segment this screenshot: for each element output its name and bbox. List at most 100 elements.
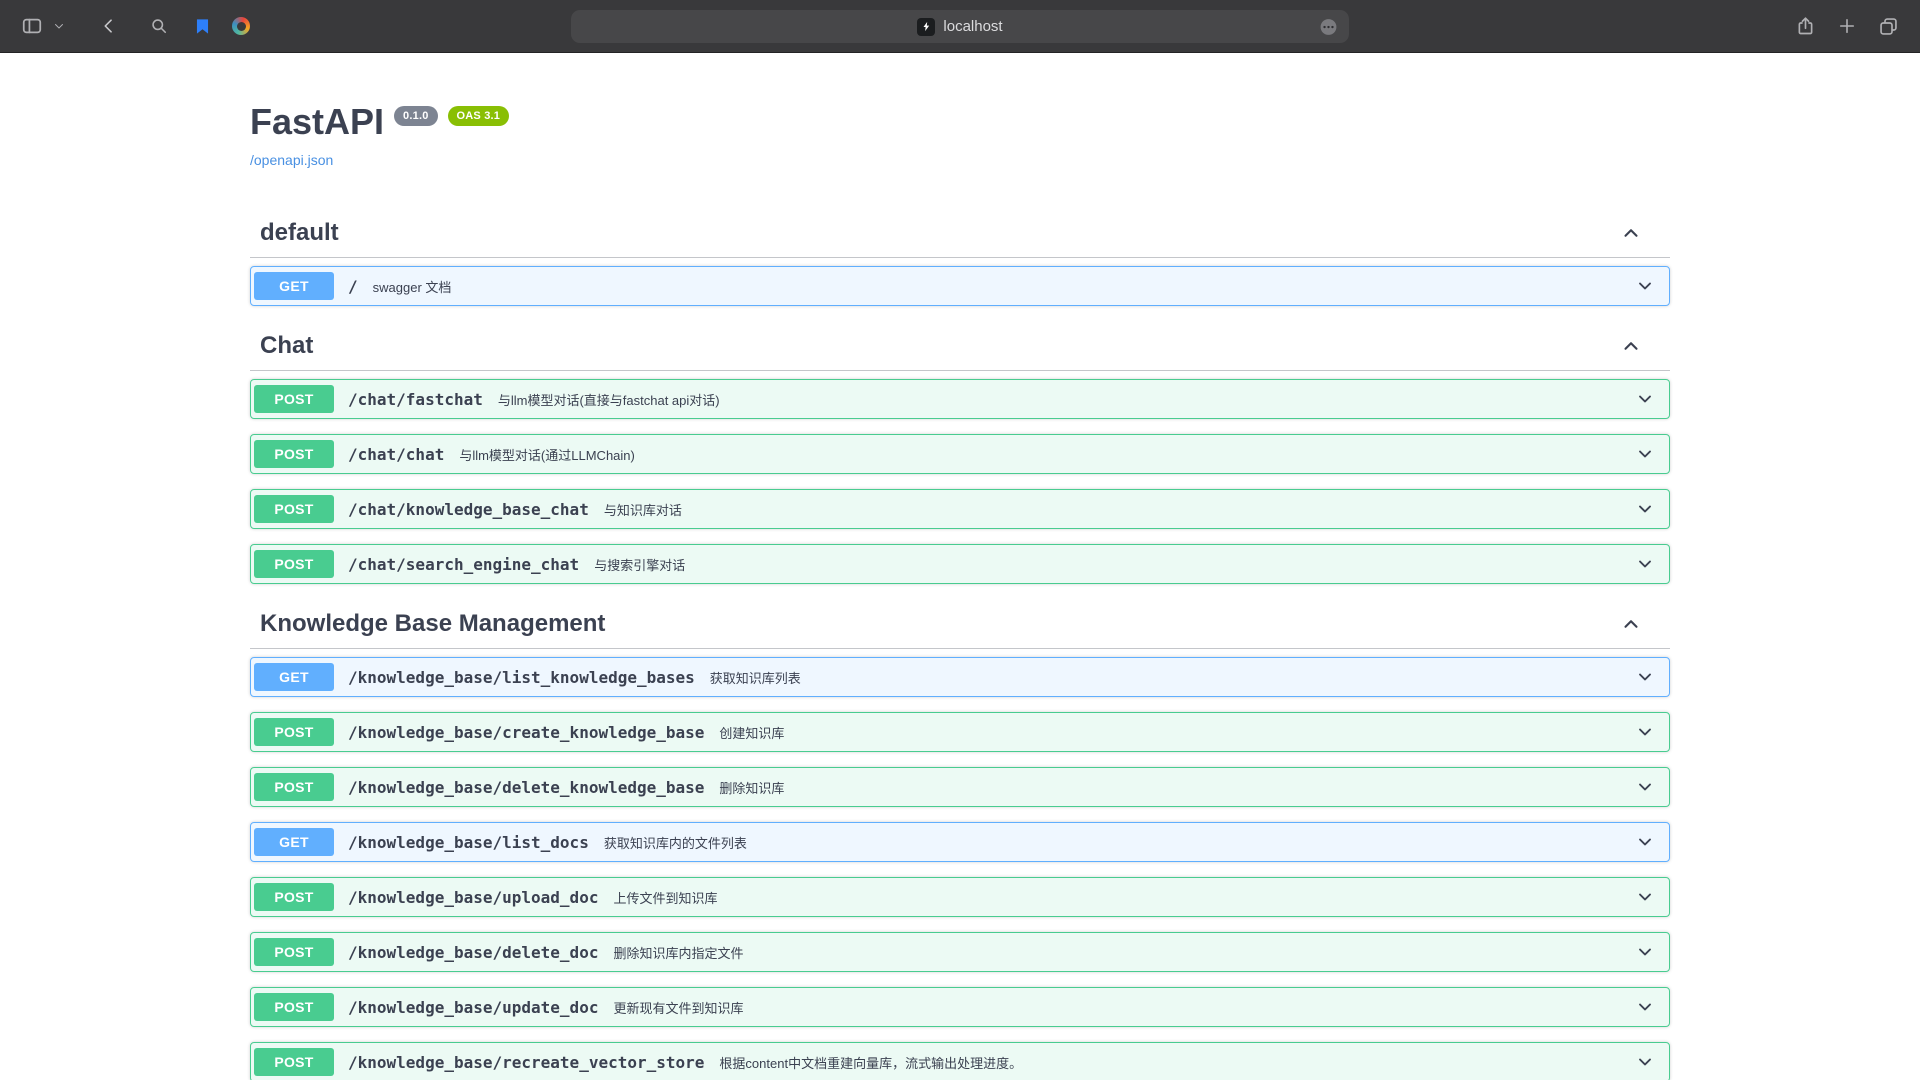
- operation-row[interactable]: GET /knowledge_base/list_knowledge_bases…: [250, 657, 1670, 697]
- expand-operation-button[interactable]: [1635, 997, 1655, 1017]
- operation-description: 根据content中文档重建向量库，流式输出处理进度。: [719, 1053, 1022, 1072]
- operation-row[interactable]: POST /knowledge_base/upload_doc 上传文件到知识库: [250, 877, 1670, 917]
- expand-operation-button[interactable]: [1635, 554, 1655, 574]
- operation-row[interactable]: POST /chat/search_engine_chat 与搜索引擎对话: [250, 544, 1670, 584]
- collapse-section-button[interactable]: [1620, 335, 1642, 357]
- method-badge: POST: [254, 550, 334, 578]
- chevron-down-icon: [1635, 832, 1655, 852]
- chevron-down-icon: [1635, 777, 1655, 797]
- operation-row[interactable]: GET /knowledge_base/list_docs 获取知识库内的文件列…: [250, 822, 1670, 862]
- operation-description: 与llm模型对话(通过LLMChain): [459, 445, 635, 464]
- tab-overview-icon: [1878, 16, 1899, 37]
- expand-operation-button[interactable]: [1635, 667, 1655, 687]
- operation-row[interactable]: POST /knowledge_base/delete_doc 删除知识库内指定…: [250, 932, 1670, 972]
- operation-description: 获取知识库内的文件列表: [604, 833, 747, 852]
- method-badge: POST: [254, 938, 334, 966]
- expand-operation-button[interactable]: [1635, 444, 1655, 464]
- toolbar-right-group: [1790, 9, 1904, 43]
- browser-toolbar: localhost: [0, 0, 1920, 53]
- site-favicon-icon: [917, 18, 935, 36]
- operation-path: /: [348, 277, 358, 296]
- tab-overview-button[interactable]: [1873, 9, 1904, 43]
- operation-row[interactable]: POST /knowledge_base/delete_knowledge_ba…: [250, 767, 1670, 807]
- expand-operation-button[interactable]: [1635, 1052, 1655, 1072]
- share-button[interactable]: [1790, 9, 1821, 43]
- section-header-chat[interactable]: Chat: [250, 321, 1670, 371]
- sidebar-toggle-button[interactable]: [16, 9, 48, 43]
- page-more-options-button[interactable]: [1319, 17, 1338, 36]
- operation-path: /knowledge_base/list_docs: [348, 833, 589, 852]
- toolbar-left-group: [16, 9, 255, 43]
- expand-operation-button[interactable]: [1635, 832, 1655, 852]
- operation-path: /chat/fastchat: [348, 390, 483, 409]
- operation-description: 删除知识库: [719, 778, 784, 797]
- page-content: FastAPI 0.1.0 OAS 3.1 /openapi.json defa…: [0, 53, 1920, 1080]
- expand-operation-button[interactable]: [1635, 722, 1655, 742]
- operation-row[interactable]: POST /knowledge_base/update_doc 更新现有文件到知…: [250, 987, 1670, 1027]
- method-badge: POST: [254, 718, 334, 746]
- section-default: default GET / swagger 文档: [250, 208, 1670, 306]
- chevron-down-icon: [1635, 276, 1655, 296]
- expand-operation-button[interactable]: [1635, 499, 1655, 519]
- operation-row[interactable]: POST /chat/knowledge_base_chat 与知识库对话: [250, 489, 1670, 529]
- chevron-down-icon: [1635, 887, 1655, 907]
- operation-row[interactable]: POST /chat/fastchat 与llm模型对话(直接与fastchat…: [250, 379, 1670, 419]
- chevron-down-icon: [53, 20, 65, 32]
- openapi-spec-link[interactable]: /openapi.json: [250, 152, 333, 168]
- method-badge: POST: [254, 993, 334, 1021]
- api-title: FastAPI: [250, 101, 384, 142]
- expand-operation-button[interactable]: [1635, 777, 1655, 797]
- operation-description: 上传文件到知识库: [613, 888, 717, 907]
- expand-operation-button[interactable]: [1635, 276, 1655, 296]
- new-tab-icon: [1837, 16, 1857, 36]
- operation-row[interactable]: GET / swagger 文档: [250, 266, 1670, 306]
- chevron-down-icon: [1635, 554, 1655, 574]
- more-options-icon: [1319, 17, 1338, 36]
- chevron-down-icon: [1635, 499, 1655, 519]
- operation-path: /knowledge_base/update_doc: [348, 998, 598, 1017]
- operation-row[interactable]: POST /knowledge_base/create_knowledge_ba…: [250, 712, 1670, 752]
- collapse-section-button[interactable]: [1620, 613, 1642, 635]
- method-badge: POST: [254, 1048, 334, 1076]
- chevron-up-icon: [1620, 335, 1642, 357]
- new-tab-button[interactable]: [1832, 9, 1862, 43]
- chevron-down-icon: [1635, 667, 1655, 687]
- method-badge: POST: [254, 883, 334, 911]
- expand-operation-button[interactable]: [1635, 887, 1655, 907]
- section-title: default: [260, 218, 339, 247]
- section-chat: Chat POST /chat/fastchat 与llm模型对话(直接与fas…: [250, 321, 1670, 584]
- chevron-down-icon: [1635, 444, 1655, 464]
- search-button[interactable]: [144, 9, 174, 43]
- collapse-section-button[interactable]: [1620, 222, 1642, 244]
- expand-operation-button[interactable]: [1635, 389, 1655, 409]
- section-title: Chat: [260, 331, 313, 360]
- chevron-up-icon: [1620, 613, 1642, 635]
- section-title: Knowledge Base Management: [260, 609, 605, 638]
- method-badge: GET: [254, 828, 334, 856]
- blue-extension-button[interactable]: [188, 9, 217, 43]
- operation-path: /knowledge_base/delete_knowledge_base: [348, 778, 704, 797]
- back-button[interactable]: [94, 9, 124, 43]
- method-badge: POST: [254, 385, 334, 413]
- operation-path: /knowledge_base/list_knowledge_bases: [348, 668, 695, 687]
- operation-description: 与搜索引擎对话: [594, 555, 685, 574]
- sidebar-dropdown-button[interactable]: [48, 9, 70, 43]
- operation-path: /knowledge_base/create_knowledge_base: [348, 723, 704, 742]
- api-sections: default GET / swagger 文档 C: [250, 208, 1670, 1080]
- share-icon: [1795, 16, 1816, 37]
- address-bar[interactable]: localhost: [571, 10, 1349, 43]
- operation-description: swagger 文档: [373, 277, 452, 296]
- operation-row[interactable]: POST /knowledge_base/recreate_vector_sto…: [250, 1042, 1670, 1080]
- section-knowledge-base-management: Knowledge Base Management GET /knowledge…: [250, 599, 1670, 1080]
- section-header-default[interactable]: default: [250, 208, 1670, 258]
- ring-extension-button[interactable]: [227, 9, 255, 43]
- operation-path: /chat/knowledge_base_chat: [348, 500, 589, 519]
- method-badge: POST: [254, 495, 334, 523]
- operation-path: /knowledge_base/delete_doc: [348, 943, 598, 962]
- operation-row[interactable]: POST /chat/chat 与llm模型对话(通过LLMChain): [250, 434, 1670, 474]
- expand-operation-button[interactable]: [1635, 942, 1655, 962]
- api-info: FastAPI 0.1.0 OAS 3.1 /openapi.json: [250, 53, 1670, 170]
- chevron-down-icon: [1635, 997, 1655, 1017]
- operation-path: /knowledge_base/recreate_vector_store: [348, 1053, 704, 1072]
- section-header-knowledge-base-management[interactable]: Knowledge Base Management: [250, 599, 1670, 649]
